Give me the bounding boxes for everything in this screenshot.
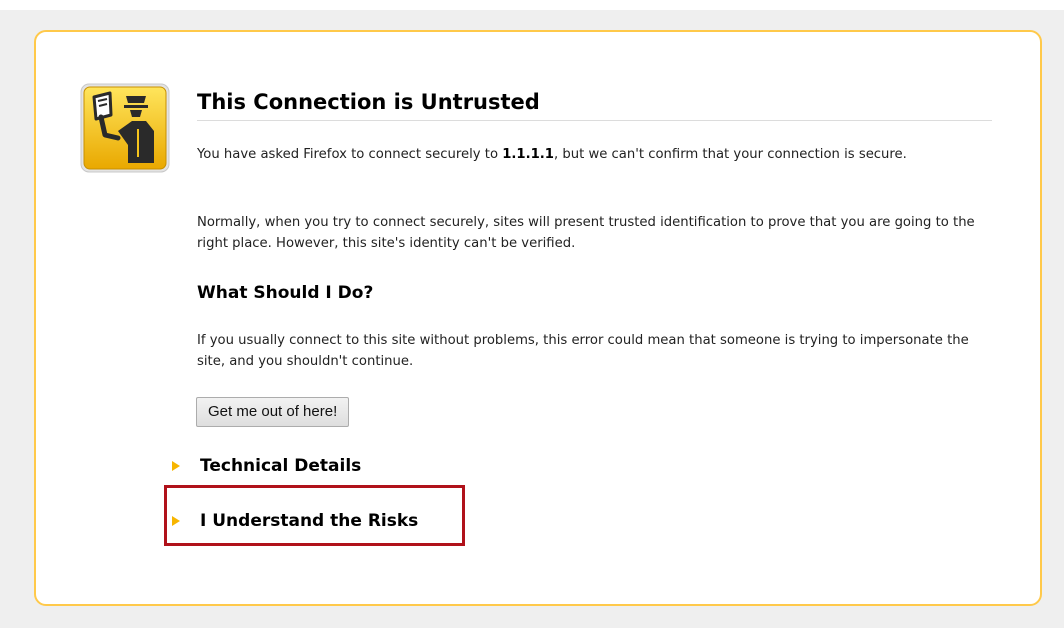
get-me-out-button[interactable]: Get me out of here! xyxy=(196,397,350,427)
intro-paragraph: You have asked Firefox to connect secure… xyxy=(197,144,977,165)
expand-arrow-icon xyxy=(172,461,180,471)
page-title: This Connection is Untrusted xyxy=(197,88,992,121)
certificate-officer-icon xyxy=(80,83,170,173)
what-should-i-do-paragraph: If you usually connect to this site with… xyxy=(197,333,969,369)
technical-details-label: Technical Details xyxy=(200,456,362,476)
normally-paragraph: Normally, when you try to connect secure… xyxy=(197,215,975,251)
intro-suffix: , but we can't confirm that your connect… xyxy=(553,147,907,162)
technical-details-expander[interactable]: Technical Details xyxy=(172,453,361,479)
intro-host: 1.1.1.1 xyxy=(502,147,554,162)
intro-prefix: You have asked Firefox to connect secure… xyxy=(197,147,503,162)
what-should-i-do-heading: What Should I Do? xyxy=(197,283,374,303)
highlight-annotation-box xyxy=(164,485,465,546)
